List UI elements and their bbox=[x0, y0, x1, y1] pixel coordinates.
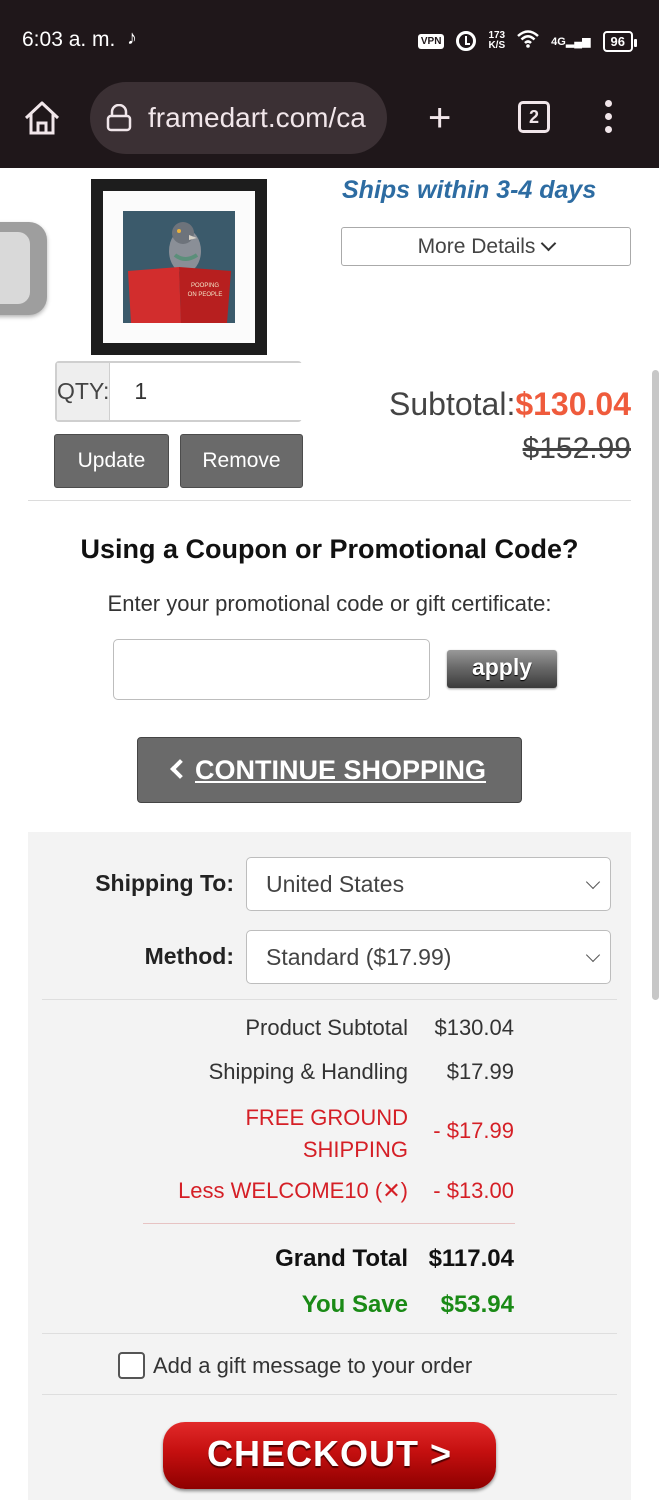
status-time: 6:03 a. m. bbox=[22, 28, 116, 51]
page-scrollbar[interactable] bbox=[652, 370, 659, 1000]
url-text: framedart.com/ca bbox=[148, 102, 366, 133]
tiktok-floating-bubble[interactable] bbox=[0, 222, 47, 315]
overflow-menu-icon[interactable] bbox=[603, 100, 613, 138]
continue-shopping-label: CONTINUE SHOPPING bbox=[194, 755, 487, 785]
coupon-discount-text-end: ) bbox=[400, 1178, 408, 1203]
grand-total-value: $117.04 bbox=[428, 1245, 514, 1272]
free-shipping-label: FREE GROUND SHIPPING bbox=[245, 1102, 408, 1166]
section-divider bbox=[28, 500, 631, 501]
chevron-down-icon bbox=[585, 874, 601, 890]
coupon-subtitle: Enter your promotional code or gift cert… bbox=[107, 591, 552, 616]
quantity-field: QTY: bbox=[55, 361, 431, 422]
wifi-icon bbox=[517, 29, 539, 53]
free-shipping-line1: FREE GROUND bbox=[245, 1105, 408, 1130]
summary-divider bbox=[42, 1333, 617, 1334]
home-icon[interactable] bbox=[22, 98, 66, 142]
original-price: $152.99 bbox=[522, 432, 631, 465]
artwork-image: POOPING ON PEOPLE bbox=[123, 211, 235, 323]
continue-shopping-button[interactable]: CONTINUE SHOPPING bbox=[137, 737, 522, 803]
new-tab-plus-icon[interactable]: + bbox=[428, 98, 451, 138]
product-subtotal-label: Product Subtotal bbox=[245, 1015, 408, 1040]
order-summary: Shipping To: United States Method: Stand… bbox=[28, 832, 631, 1500]
shipping-handling-label: Shipping & Handling bbox=[208, 1059, 408, 1084]
battery-icon: 96 bbox=[602, 30, 638, 52]
shipping-country-select[interactable]: United States bbox=[246, 857, 611, 911]
cellular-signal-icon: 4G▂▄▆ bbox=[551, 35, 591, 48]
coupon-discount-text: Less WELCOME10 ( bbox=[178, 1178, 383, 1203]
subtotal-label: Subtotal: bbox=[389, 386, 516, 422]
free-shipping-line2: SHIPPING bbox=[302, 1137, 408, 1162]
network-type: 4G bbox=[551, 35, 566, 48]
shipping-method-select[interactable]: Standard ($17.99) bbox=[246, 930, 611, 984]
qty-label: QTY: bbox=[57, 363, 111, 420]
qty-input[interactable] bbox=[110, 363, 431, 420]
shipping-method-value: Standard ($17.99) bbox=[266, 944, 452, 970]
tab-switcher-button[interactable]: 2 bbox=[518, 101, 550, 133]
checkout-button[interactable]: CHECKOUT > bbox=[163, 1422, 496, 1489]
network-speed: 173 K/S bbox=[488, 31, 505, 51]
item-subtotal: Subtotal:$130.04 bbox=[389, 386, 631, 423]
chevron-left-icon bbox=[170, 759, 190, 779]
subtotal-price: $130.04 bbox=[515, 386, 631, 422]
product-thumbnail[interactable]: POOPING ON PEOPLE bbox=[91, 179, 267, 355]
promo-code-input[interactable] bbox=[113, 639, 430, 700]
svg-text:ON PEOPLE: ON PEOPLE bbox=[188, 292, 223, 298]
lock-icon bbox=[106, 104, 132, 132]
coupon-discount-label: Less WELCOME10 (✕) bbox=[178, 1178, 408, 1204]
gift-message-label: Add a gift message to your order bbox=[153, 1352, 473, 1378]
more-details-button[interactable]: More Details bbox=[341, 227, 631, 266]
chevron-down-icon bbox=[585, 947, 601, 963]
apply-button[interactable]: apply bbox=[447, 650, 557, 688]
remove-button[interactable]: Remove bbox=[180, 434, 303, 488]
grand-total-label: Grand Total bbox=[275, 1245, 408, 1272]
total-divider bbox=[143, 1223, 515, 1224]
update-button[interactable]: Update bbox=[54, 434, 169, 488]
gift-message-checkbox[interactable] bbox=[118, 1352, 145, 1379]
network-speed-unit: K/S bbox=[488, 40, 506, 51]
tiktok-notification-icon: ♪ bbox=[127, 27, 137, 49]
status-bar: 6:03 a. m. ♪ VPN 173 K/S 4G▂▄▆ 96 bbox=[0, 0, 659, 80]
free-shipping-value: - $17.99 bbox=[433, 1118, 514, 1143]
gift-message-option[interactable]: Add a gift message to your order bbox=[118, 1352, 472, 1379]
shipping-country-value: United States bbox=[266, 871, 405, 897]
address-bar[interactable]: framedart.com/ca bbox=[90, 82, 387, 154]
summary-divider bbox=[42, 1394, 617, 1395]
shipping-handling-value: $17.99 bbox=[446, 1059, 514, 1084]
remove-coupon-x-icon[interactable]: ✕ bbox=[382, 1178, 400, 1203]
status-icons: VPN 173 K/S 4G▂▄▆ 96 bbox=[417, 26, 638, 56]
coupon-discount-value: - $13.00 bbox=[433, 1178, 514, 1203]
method-label: Method: bbox=[144, 943, 234, 969]
shipping-to-label: Shipping To: bbox=[95, 870, 234, 896]
product-subtotal-value: $130.04 bbox=[434, 1015, 514, 1040]
coupon-title: Using a Coupon or Promotional Code? bbox=[80, 534, 579, 564]
shipping-note: Ships within 3-4 days bbox=[342, 176, 597, 204]
summary-divider bbox=[42, 999, 617, 1000]
alarm-icon bbox=[456, 31, 477, 51]
browser-toolbar: framedart.com/ca + 2 bbox=[0, 80, 659, 168]
svg-text:POOPING: POOPING bbox=[191, 283, 219, 289]
more-details-label: More Details bbox=[417, 235, 536, 258]
vpn-icon: VPN bbox=[417, 33, 445, 49]
you-save-value: $53.94 bbox=[440, 1291, 514, 1318]
chevron-down-icon bbox=[541, 235, 557, 252]
you-save-label: You Save bbox=[301, 1291, 408, 1318]
